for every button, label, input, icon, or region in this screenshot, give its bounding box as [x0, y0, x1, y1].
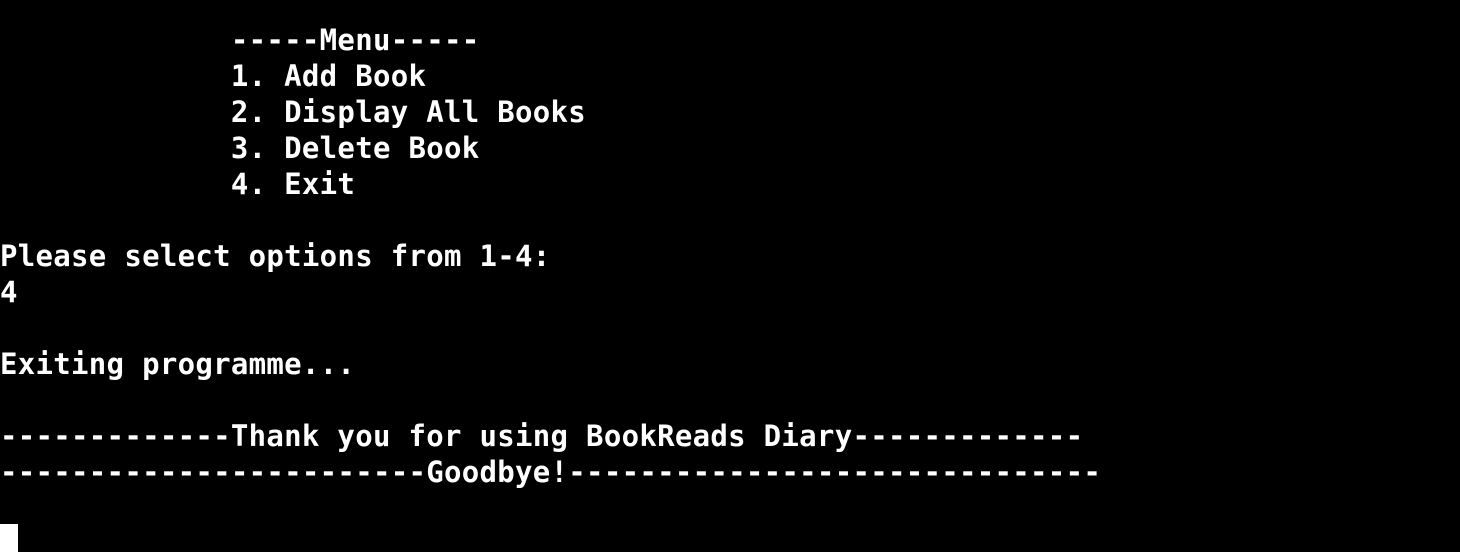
exit-message: Exiting programme...	[0, 347, 356, 381]
terminal-window[interactable]: -----Menu----- 1. Add Book 2. Display Al…	[0, 0, 1460, 552]
terminal-cursor[interactable]	[0, 524, 18, 552]
goodbye-banner: ------------------------Goodbye!--------…	[0, 455, 1102, 489]
menu-item-display-all-books: 2. Display All Books	[0, 95, 587, 129]
user-input-echo: 4	[0, 275, 18, 309]
menu-item-add-book: 1. Add Book	[0, 59, 427, 93]
menu-header: -----Menu-----	[0, 23, 480, 57]
menu-item-delete-book: 3. Delete Book	[0, 131, 480, 165]
thank-you-banner: -------------Thank you for using BookRea…	[0, 419, 1084, 453]
selection-prompt: Please select options from 1-4:	[0, 239, 551, 273]
menu-item-exit: 4. Exit	[0, 167, 356, 201]
